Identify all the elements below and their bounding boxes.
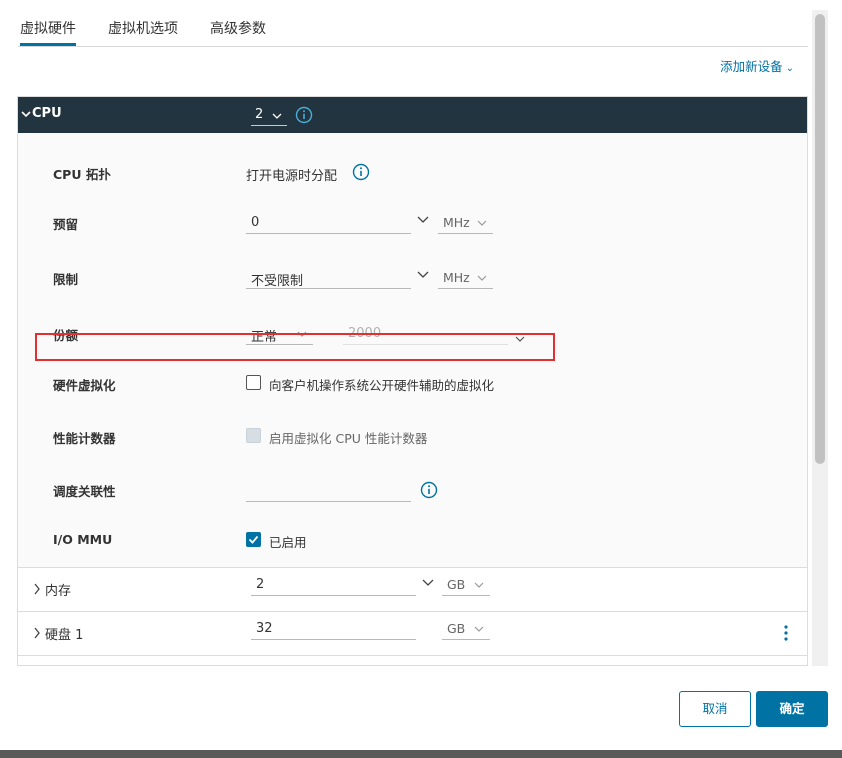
chevron-down-icon[interactable]: [417, 270, 429, 280]
chevron-down-icon[interactable]: [417, 215, 429, 225]
tab-virtual-hardware[interactable]: 虚拟硬件: [20, 20, 76, 46]
add-new-device-button[interactable]: 添加新设备 ⌄: [720, 56, 794, 75]
reservation-input[interactable]: 0: [246, 212, 411, 234]
memory-unit: GB: [447, 577, 466, 592]
memory-row[interactable]: 内存 2 GB: [18, 567, 807, 611]
highlight-annotation-box: [35, 333, 555, 361]
memory-value: 2: [256, 577, 265, 592]
tab-bar: 虚拟硬件 虚拟机选项 高级参数: [18, 0, 808, 47]
tab-vm-options[interactable]: 虚拟机选项: [108, 20, 178, 38]
cpu-count-value: 2: [255, 107, 264, 122]
memory-input[interactable]: 2: [251, 574, 416, 596]
reservation-unit: MHz: [443, 215, 470, 230]
cpu-section-header[interactable]: CPU 2: [18, 97, 807, 133]
chevron-down-icon: [474, 626, 484, 632]
sched-affinity-input[interactable]: [246, 480, 411, 502]
chevron-down-icon: ⌄: [785, 63, 794, 74]
hard-disk-label: 硬盘 1: [45, 628, 84, 643]
sched-affinity-label: 调度关联性: [53, 484, 116, 499]
cpu-topology-label: CPU 拓扑: [53, 167, 111, 182]
tab-advanced-parameters[interactable]: 高级参数: [210, 20, 266, 38]
checkmark-icon: [248, 535, 259, 544]
chevron-down-icon: [477, 275, 487, 281]
chevron-down-icon: [477, 220, 487, 226]
info-icon[interactable]: [352, 163, 370, 181]
hw-virtualization-checkbox[interactable]: [246, 375, 261, 390]
perf-counters-label: 性能计数器: [53, 431, 116, 446]
kebab-menu-icon[interactable]: [782, 624, 790, 642]
limit-unit: MHz: [443, 270, 470, 285]
hardware-panel: CPU 2 CPU 拓扑 打开电源时分配 预留 0 MHz 限制 不受限制 MH…: [17, 96, 808, 666]
cpu-count-select[interactable]: 2: [251, 105, 287, 126]
hard-disk-unit-select[interactable]: GB: [442, 618, 490, 640]
perf-counters-checkbox-label: 启用虚拟化 CPU 性能计数器: [269, 431, 428, 446]
hard-disk-input[interactable]: 32: [251, 618, 416, 640]
reservation-value: 0: [251, 215, 260, 230]
limit-input[interactable]: 不受限制: [246, 267, 411, 289]
chevron-down-icon[interactable]: [422, 578, 434, 588]
hw-virtualization-label: 硬件虚拟化: [53, 378, 116, 393]
limit-unit-select[interactable]: MHz: [438, 267, 493, 289]
cpu-topology-value: 打开电源时分配: [246, 169, 338, 184]
cancel-button[interactable]: 取消: [679, 691, 751, 727]
info-icon[interactable]: [295, 106, 313, 124]
bottom-border-bar: [0, 750, 842, 758]
memory-label: 内存: [45, 584, 72, 599]
reservation-label: 预留: [53, 217, 79, 232]
add-device-label: 添加新设备: [720, 59, 783, 74]
cpu-section-title: CPU: [32, 106, 62, 121]
limit-value: 不受限制: [251, 274, 304, 289]
io-mmu-label: I/O MMU: [53, 532, 113, 547]
chevron-right-icon[interactable]: [32, 626, 42, 640]
chevron-down-icon[interactable]: [18, 97, 32, 133]
scrollbar-thumb[interactable]: [815, 14, 825, 464]
chevron-right-icon[interactable]: [32, 582, 42, 596]
next-device-row[interactable]: [18, 655, 807, 665]
perf-counters-checkbox: [246, 428, 261, 443]
limit-label: 限制: [53, 272, 79, 287]
info-icon[interactable]: [420, 481, 438, 499]
io-mmu-checkbox[interactable]: [246, 532, 261, 547]
memory-unit-select[interactable]: GB: [442, 574, 490, 596]
io-mmu-checkbox-label[interactable]: 已启用: [269, 532, 307, 551]
hard-disk-value: 32: [256, 621, 273, 636]
reservation-unit-select[interactable]: MHz: [438, 212, 493, 234]
chevron-down-icon: [474, 582, 484, 588]
hard-disk-row[interactable]: 硬盘 1 32 GB: [18, 611, 807, 655]
chevron-down-icon: [272, 113, 282, 119]
ok-button[interactable]: 确定: [756, 691, 828, 727]
hw-virtualization-checkbox-label[interactable]: 向客户机操作系统公开硬件辅助的虚拟化: [269, 375, 494, 394]
hard-disk-unit: GB: [447, 621, 466, 636]
